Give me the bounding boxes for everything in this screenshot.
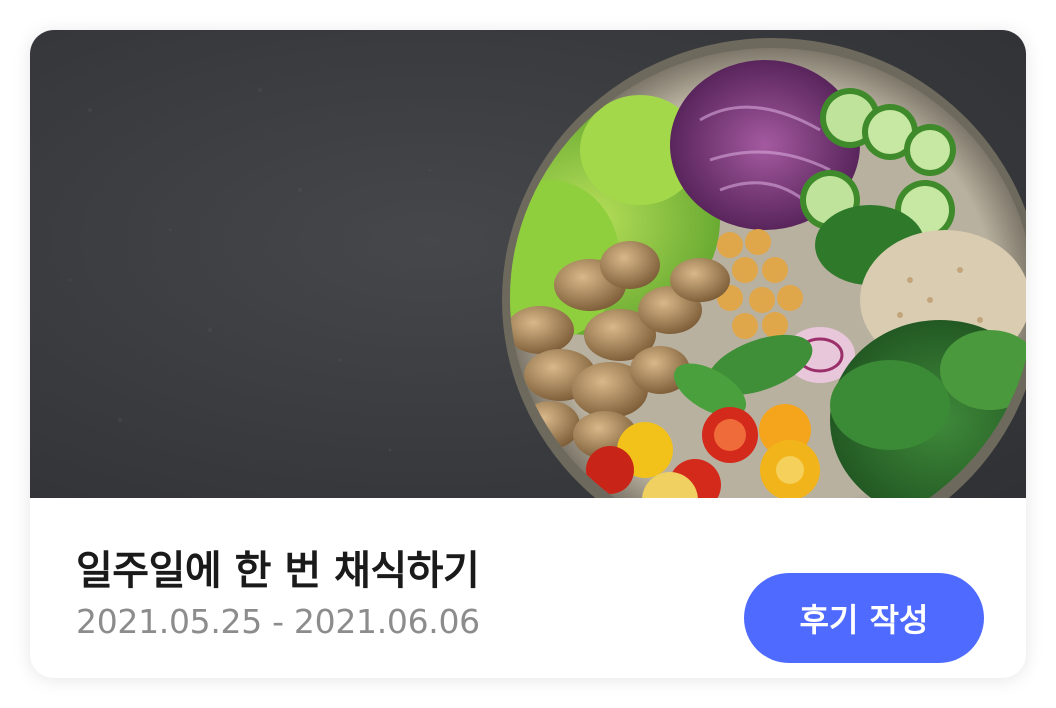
challenge-info: 일주일에 한 번 채식하기 2021.05.25 - 2021.06.06 후기…	[30, 498, 1026, 678]
challenge-period: 2021.05.25 - 2021.06.06	[76, 602, 480, 641]
write-review-button[interactable]: 후기 작성	[744, 573, 984, 663]
salad-bowl-photo	[30, 30, 1026, 498]
challenge-title: 일주일에 한 번 채식하기	[76, 548, 480, 594]
challenge-card[interactable]: 일주일에 한 번 채식하기 2021.05.25 - 2021.06.06 후기…	[30, 30, 1026, 678]
